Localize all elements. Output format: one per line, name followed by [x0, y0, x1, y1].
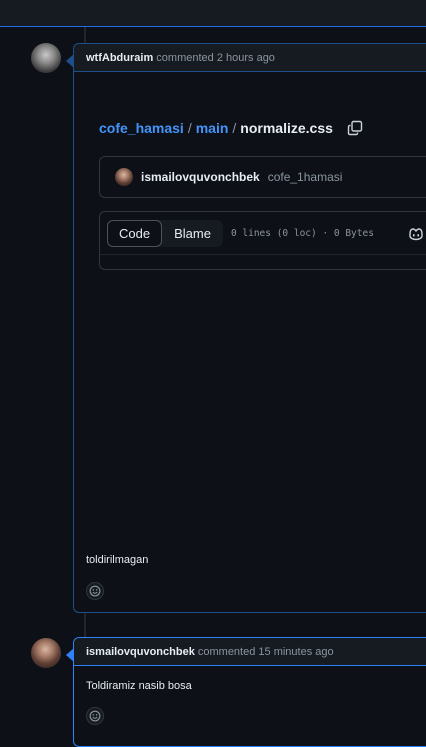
breadcrumb-file-name: normalize.css — [240, 120, 333, 136]
comment-card: wtfAbduraim commented 2 hours ago cofe_h… — [66, 43, 426, 613]
breadcrumb-branch-link[interactable]: main — [196, 120, 229, 136]
comment-header: ismailovquvonchbek commented 15 minutes … — [74, 638, 426, 666]
top-bar — [0, 0, 426, 27]
comment-timestamp: commented 15 minutes ago — [197, 646, 334, 658]
commit-message-link[interactable]: cofe_1hamasi — [268, 170, 343, 184]
breadcrumb-separator: / — [187, 120, 192, 136]
avatar[interactable] — [31, 43, 61, 73]
comment-author-link[interactable]: ismailovquvonchbek — [86, 646, 195, 658]
smiley-icon — [89, 710, 101, 722]
commit-author-link[interactable]: ismailovquvonchbek — [141, 170, 260, 184]
copilot-icon[interactable] — [408, 225, 424, 241]
comment-body: toldirilmagan — [86, 554, 149, 566]
file-viewer: Code Blame 0 lines (0 loc) · 0 Bytes — [99, 211, 426, 270]
add-reaction-button[interactable] — [86, 707, 104, 725]
add-reaction-button[interactable] — [86, 582, 104, 600]
smiley-icon — [89, 585, 101, 597]
breadcrumb-separator: / — [232, 120, 237, 136]
copy-icon[interactable] — [347, 120, 363, 136]
comment-author-link[interactable]: wtfAbduraim — [86, 52, 153, 64]
commit-author-avatar[interactable] — [115, 168, 133, 186]
tab-blame[interactable]: Blame — [162, 220, 223, 247]
comment-header: wtfAbduraim commented 2 hours ago — [74, 44, 426, 72]
breadcrumb: cofe_hamasi / main / normalize.css — [99, 120, 363, 136]
comment-body: Toldiramiz nasib bosa — [86, 680, 192, 692]
tab-code[interactable]: Code — [107, 219, 163, 247]
breadcrumb-repo-link[interactable]: cofe_hamasi — [99, 120, 184, 136]
avatar[interactable] — [31, 638, 61, 668]
view-mode-toggle: Code Blame — [107, 219, 223, 247]
comment-timestamp: commented 2 hours ago — [156, 52, 275, 64]
divider — [100, 254, 426, 255]
latest-commit-box: ismailovquvonchbek cofe_1hamasi — [99, 156, 426, 198]
file-toolbar: Code Blame 0 lines (0 loc) · 0 Bytes — [100, 212, 426, 254]
file-stats: 0 lines (0 loc) · 0 Bytes — [230, 227, 374, 239]
